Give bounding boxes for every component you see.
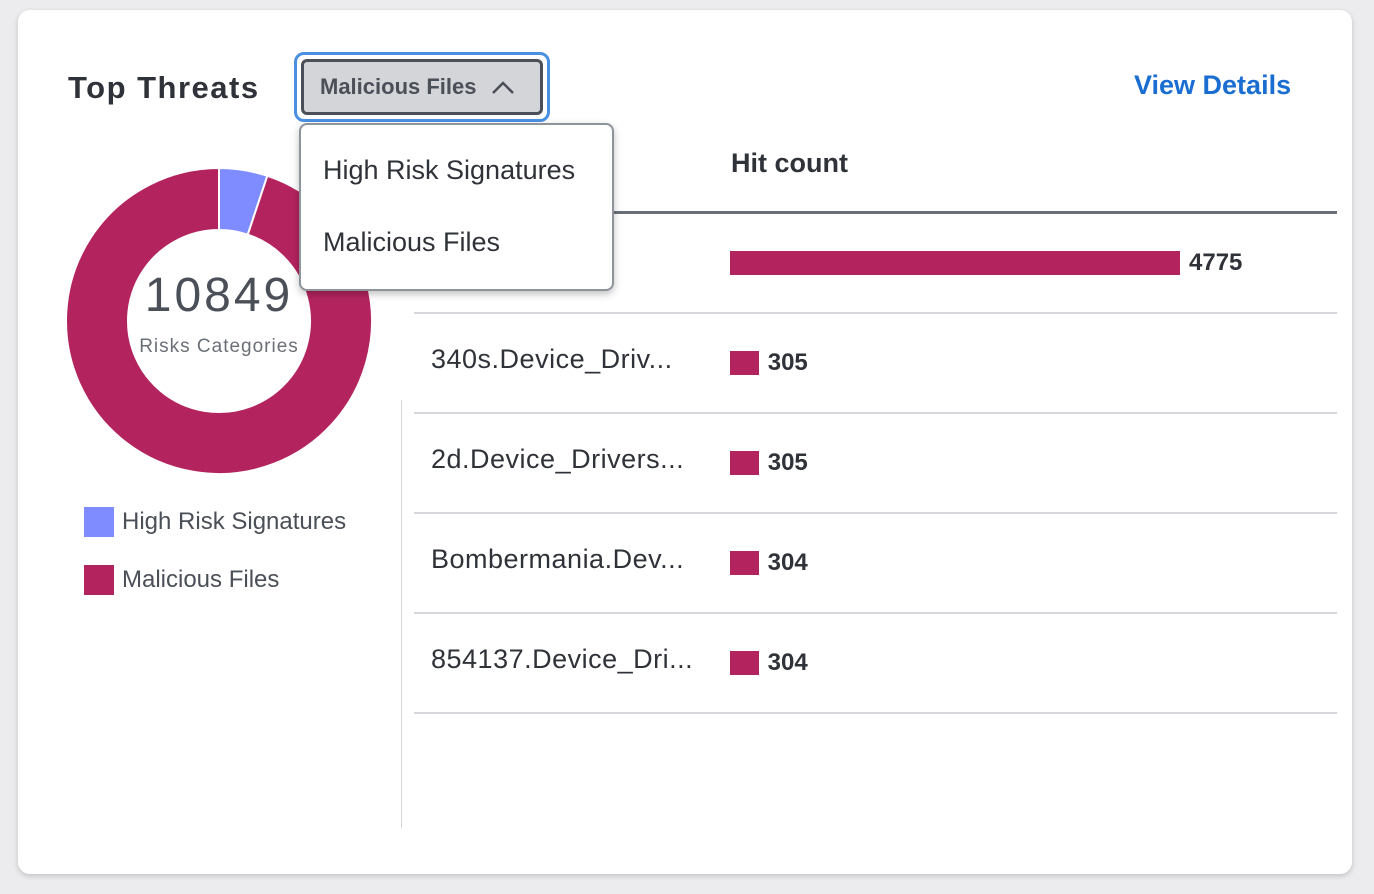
legend-label: High Risk Signatures — [122, 508, 347, 535]
table-row[interactable]: Bombermania.Dev... 304 — [414, 514, 1337, 614]
hit-count-bar — [730, 251, 1180, 275]
dropdown-button[interactable]: Malicious Files — [301, 59, 543, 115]
table-row[interactable]: 854137.Device_Dri... 304 — [414, 614, 1337, 714]
menu-item-high-risk-signatures[interactable]: High Risk Signatures — [323, 155, 575, 186]
hit-count-value: 304 — [767, 649, 808, 676]
threat-name: 2d.Device_Drivers... — [431, 444, 685, 474]
hit-count-value: 305 — [767, 449, 808, 476]
table-row[interactable]: 2d.Device_Drivers... 305 — [414, 414, 1337, 514]
legend-swatch — [84, 565, 114, 595]
hit-count-value: 4775 — [1189, 249, 1243, 276]
threat-name: Bombermania.Dev... — [431, 544, 685, 574]
hit-count-value: 305 — [767, 349, 808, 376]
threat-type-dropdown[interactable]: Malicious Files — [294, 52, 550, 122]
hit-count-header: Hit count — [731, 148, 848, 178]
legend-item-high-risk[interactable]: High Risk Signatures — [84, 507, 346, 537]
donut-center-label: Risks Categories — [139, 336, 299, 357]
hit-count-value: 304 — [767, 549, 808, 576]
chevron-up-icon — [491, 79, 515, 95]
dropdown-selected-label: Malicious Files — [320, 74, 477, 99]
table-row[interactable]: 340s.Device_Driv... 305 — [414, 314, 1337, 414]
hit-count-bar — [730, 351, 759, 375]
dropdown-menu: High Risk Signatures Malicious Files — [299, 123, 614, 291]
hit-count-bar — [730, 651, 759, 675]
card-title: Top Threats — [68, 70, 260, 105]
threat-name: 854137.Device_Dri... — [431, 644, 694, 674]
hit-count-bar — [730, 551, 759, 575]
menu-item-malicious-files[interactable]: Malicious Files — [323, 227, 500, 258]
legend-item-malicious[interactable]: Malicious Files — [84, 565, 279, 595]
legend-swatch — [84, 507, 114, 537]
threat-name: 340s.Device_Driv... — [431, 344, 673, 374]
view-details-link[interactable]: View Details — [1134, 70, 1291, 101]
legend-label: Malicious Files — [122, 566, 280, 593]
hit-count-bar — [730, 451, 759, 475]
panel-divider — [401, 400, 402, 828]
